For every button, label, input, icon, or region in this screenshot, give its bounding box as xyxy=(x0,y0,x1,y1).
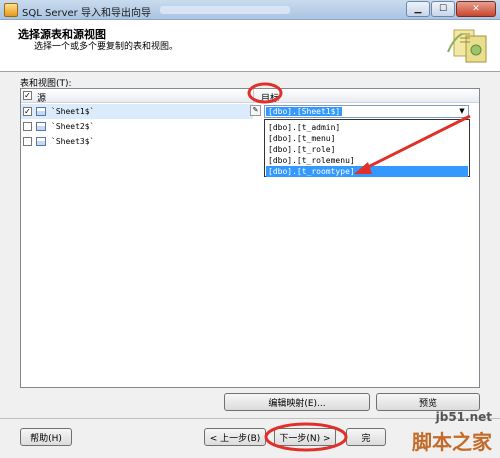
column-target-header: 目标 xyxy=(261,94,280,104)
maximize-button[interactable]: ☐ xyxy=(431,1,455,17)
preview-button[interactable]: 预览 xyxy=(376,393,480,411)
title-bar: SQL Server 导入和导出向导 ▁ ☐ ✕ xyxy=(0,0,500,20)
table-row[interactable]: `Sheet2$` xyxy=(21,119,253,134)
chevron-down-icon[interactable]: ▼ xyxy=(457,107,467,116)
help-button[interactable]: 帮助(H) xyxy=(20,428,72,446)
row-source: `Sheet3$` xyxy=(51,137,95,146)
window-title: SQL Server 导入和导出向导 xyxy=(22,8,151,19)
edit-mapping-button[interactable]: 编辑映射(E)... xyxy=(224,393,370,411)
dropdown-item[interactable]: [dbo].[t_role] xyxy=(266,144,468,155)
finish-button[interactable]: 完 xyxy=(346,428,386,446)
row-source: `Sheet2$` xyxy=(51,122,95,131)
wizard-graphic-icon xyxy=(447,29,487,63)
back-button[interactable]: < 上一步(B) xyxy=(204,428,266,446)
title-bar-highlight xyxy=(160,6,290,14)
target-value: [dbo].[Sheet1$] xyxy=(266,107,343,116)
table-icon xyxy=(36,107,46,116)
watermark-brand: 脚本之家 xyxy=(412,430,492,454)
row-source: `Sheet1$` xyxy=(51,107,95,116)
dropdown-item[interactable]: [dbo].[t_menu] xyxy=(266,133,468,144)
select-all-checkbox[interactable]: ✓ xyxy=(23,91,32,100)
wizard-header: 选择源表和源视图 选择一个或多个要复制的表和视图。 xyxy=(0,20,500,72)
dropdown-item-selected[interactable]: [dbo].[t_roomtype] xyxy=(266,166,468,177)
target-combobox[interactable]: [dbo].[Sheet1$] ▼ xyxy=(264,105,469,118)
dropdown-item[interactable]: [dbo].[t_rolemenu] xyxy=(266,155,468,166)
edit-icon[interactable]: ✎ xyxy=(250,105,261,116)
dropdown-item[interactable]: [dbo].[t_admin] xyxy=(266,122,468,133)
table-row[interactable]: ✓ `Sheet1$` xyxy=(21,104,253,119)
watermark-domain: jb51.net xyxy=(435,410,492,424)
table-row[interactable]: `Sheet3$` xyxy=(21,134,253,149)
next-button[interactable]: 下一步(N) > xyxy=(274,428,336,446)
row-checkbox[interactable] xyxy=(23,137,32,146)
page-subtitle: 选择一个或多个要复制的表和视图。 xyxy=(34,42,179,52)
close-button[interactable]: ✕ xyxy=(456,1,496,17)
watermark: jb51.net 脚本之家 xyxy=(388,410,498,456)
app-icon xyxy=(4,3,18,17)
table-icon xyxy=(36,137,46,146)
column-divider[interactable] xyxy=(253,89,254,103)
table-icon xyxy=(36,122,46,131)
row-checkbox[interactable]: ✓ xyxy=(23,107,32,116)
minimize-button[interactable]: ▁ xyxy=(406,1,430,17)
column-source-header: 源 xyxy=(37,94,47,104)
target-dropdown-list: [dbo].[t_admin] [dbo].[t_menu] [dbo].[t_… xyxy=(264,119,470,177)
wizard-window: SQL Server 导入和导出向导 ▁ ☐ ✕ 选择源表和源视图 选择一个或多… xyxy=(0,0,500,458)
grid-header: ✓ 源 目标 xyxy=(21,89,479,104)
row-checkbox[interactable] xyxy=(23,122,32,131)
tables-grid: ✓ 源 目标 ✓ `Sheet1$` `Sheet2$` `Sheet3$` ✎… xyxy=(20,88,480,388)
